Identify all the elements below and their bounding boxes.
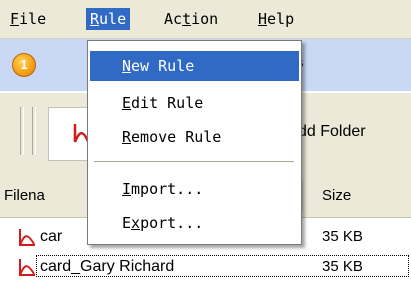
menu-item-remove-rule[interactable]: Remove Rule (90, 122, 299, 152)
menu-item-import[interactable]: Import... (90, 174, 299, 204)
menu-item-label: emove Rule (131, 128, 222, 146)
menu-file[interactable]: File (6, 8, 50, 30)
toolbar-grip[interactable] (20, 107, 24, 155)
menu-file-label: ile (19, 10, 47, 28)
file-row[interactable]: card_Gary Richard 35 KB (0, 252, 411, 282)
menu-item-label: ew Rule (131, 57, 195, 75)
menu-rule-label: ule (99, 10, 127, 28)
menu-item-edit-rule[interactable]: Edit Rule (90, 88, 299, 118)
column-divider[interactable] (302, 181, 303, 211)
accel-key: E (122, 94, 132, 112)
menu-item-label: dit Rule (131, 94, 204, 112)
file-name: car (40, 228, 63, 245)
accel-key: N (122, 57, 132, 75)
menu-action-label-pre: Ac (164, 10, 183, 28)
menu-separator (94, 161, 294, 163)
add-folder-button[interactable]: dd Folder (298, 123, 366, 141)
menu-item-label: port... (140, 214, 204, 232)
pdf-file-icon (19, 229, 35, 246)
menu-bar: File Rule Action Help (0, 0, 411, 39)
add-folder-label: dd Folder (298, 123, 366, 140)
menu-action-accel: t (182, 10, 192, 28)
file-size: 35 KB (322, 228, 363, 245)
menu-item-label-pre: E (122, 214, 132, 232)
menu-help-label: elp (267, 10, 295, 28)
step-badge-icon: 1 (12, 53, 36, 77)
menu-action-label-rest: ion (191, 10, 219, 28)
accel-key: I (122, 180, 132, 198)
menu-item-new-rule[interactable]: New Rule (90, 51, 299, 81)
menu-action[interactable]: Action (160, 8, 222, 30)
menu-help-accel: H (258, 10, 268, 28)
toolbar-grip-2 (32, 107, 36, 155)
menu-file-accel: F (10, 10, 20, 28)
column-size[interactable]: Size (322, 187, 351, 204)
accel-key: R (122, 128, 132, 146)
pdf-file-icon (19, 259, 35, 276)
column-filename[interactable]: Filena (4, 187, 45, 204)
menu-help[interactable]: Help (254, 8, 298, 30)
menu-item-label: mport... (131, 180, 204, 198)
file-name: card_Gary Richard (40, 258, 175, 275)
accel-key: x (131, 214, 141, 232)
file-size: 35 KB (322, 258, 363, 275)
rule-menu-dropdown: New Rule Edit Rule Remove Rule Import...… (87, 40, 302, 245)
menu-rule-accel: R (90, 10, 100, 28)
menu-rule[interactable]: Rule (86, 8, 131, 30)
menu-item-export[interactable]: Export... (90, 208, 299, 238)
